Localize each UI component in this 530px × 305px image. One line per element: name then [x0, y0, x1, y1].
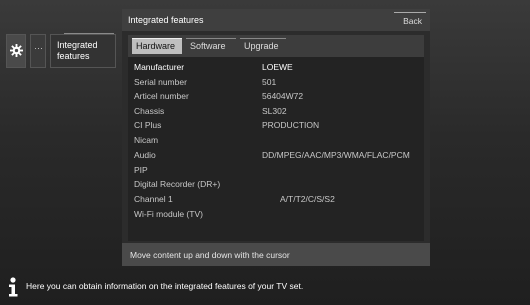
info-key: Articel number [134, 91, 189, 101]
panel-header: Integrated features Back [122, 9, 430, 31]
tv-screen: ··· Integrated features Integrated featu… [0, 0, 530, 305]
tab-software-label: Software [190, 41, 226, 51]
info-row-pip: PIP [134, 164, 420, 176]
integrated-features-label-line2: features [57, 51, 90, 61]
info-value: A/T/T2/C/S/S2 [280, 194, 335, 204]
back-button[interactable]: Back [390, 12, 426, 29]
info-row-audio: Audio DD/MPEG/AAC/MP3/WMA/FLAC/PCM [134, 149, 420, 161]
info-row-manufacturer: Manufacturer LOEWE [134, 61, 420, 73]
tab-software[interactable]: Software [186, 38, 236, 54]
info-value: PRODUCTION [262, 120, 320, 130]
info-value: SL302 [262, 105, 287, 116]
back-button-highlight [394, 12, 426, 13]
info-value: DD/MPEG/AAC/MP3/WMA/FLAC/PCM [262, 150, 410, 160]
integrated-features-panel: Integrated features Back Hardware Softwa… [122, 9, 430, 266]
info-key: Chassis [134, 105, 165, 116]
gear-icon [10, 44, 23, 57]
info-value: 56404W72 [262, 91, 304, 101]
footer-hint: Move content up and down with the cursor [130, 250, 290, 260]
info-key: PIP [134, 164, 148, 175]
info-row-articel-number: Articel number 56404W72 [134, 90, 420, 102]
tab-software-highlight [186, 38, 236, 39]
info-key: Nicam [134, 135, 159, 145]
tab-hardware-highlight [132, 38, 182, 39]
info-value: 501 [262, 76, 277, 87]
tab-upgrade-label: Upgrade [244, 41, 279, 51]
tab-upgrade-highlight [240, 38, 286, 39]
info-row-ci-plus: CI Plus PRODUCTION [134, 119, 420, 131]
info-row-wifi-module: Wi-Fi module (TV) [134, 208, 420, 220]
info-row-serial-number: Serial number 501 [134, 76, 420, 88]
info-bar: Here you can obtain information on the i… [6, 276, 526, 298]
info-row-channel-1: Channel 1 A/T/T2/C/S/S2 [134, 193, 420, 205]
info-key: Audio [134, 150, 156, 160]
integrated-features-label-line1: Integrated [57, 40, 98, 50]
panel-title: Integrated features [128, 15, 204, 25]
info-key: Manufacturer [134, 62, 185, 72]
more-tile[interactable]: ··· [30, 34, 46, 68]
tab-upgrade[interactable]: Upgrade [240, 38, 286, 54]
integrated-features-label: Integrated features [57, 40, 115, 62]
info-key: Serial number [134, 76, 187, 87]
tab-bar: Hardware Software Upgrade [128, 35, 424, 57]
tile-highlight-line [64, 33, 114, 34]
hardware-info-list[interactable]: Manufacturer LOEWE Serial number 501 Art… [128, 57, 424, 241]
info-key: Wi-Fi module (TV) [134, 209, 203, 219]
more-label: ··· [34, 43, 43, 53]
back-button-label: Back [403, 16, 422, 26]
info-text: Here you can obtain information on the i… [26, 281, 304, 291]
integrated-features-tile[interactable]: Integrated features [50, 34, 116, 68]
info-row-chassis: Chassis SL302 [134, 105, 420, 117]
tab-hardware[interactable]: Hardware [132, 38, 182, 54]
info-value: LOEWE [262, 62, 293, 72]
info-key: Channel 1 [134, 194, 173, 204]
info-key: Digital Recorder (DR+) [134, 179, 221, 189]
info-row-digital-recorder: Digital Recorder (DR+) [134, 178, 420, 190]
info-icon [9, 277, 18, 297]
tab-hardware-label: Hardware [136, 41, 176, 51]
settings-tile[interactable] [6, 34, 26, 68]
panel-footer: Move content up and down with the cursor [122, 243, 430, 266]
info-key: CI Plus [134, 120, 162, 130]
info-row-nicam: Nicam [134, 134, 420, 146]
